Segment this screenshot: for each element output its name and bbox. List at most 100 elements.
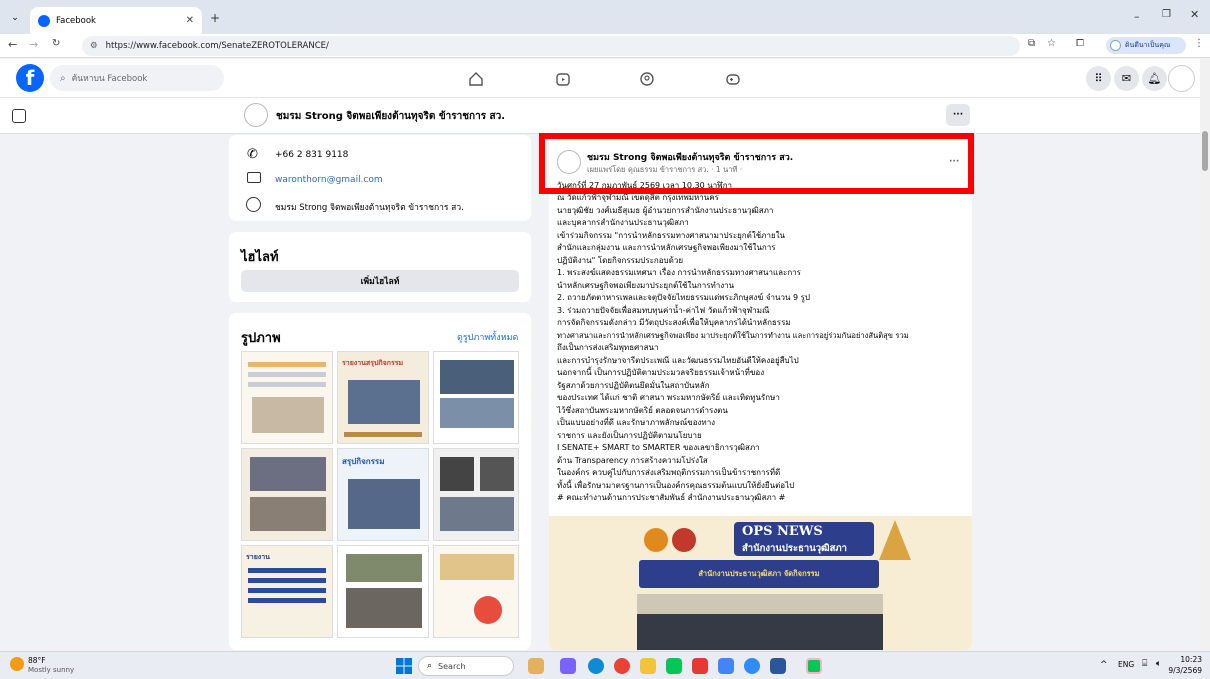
facebook-logo-icon[interactable]: f: [16, 64, 44, 92]
weather-icon[interactable]: [10, 657, 24, 671]
line-active-icon[interactable]: [806, 658, 822, 674]
post-text-line: ไว้ซึ่งสถาบันพระมหากษัตริย์ ตลอดจนการดำร…: [557, 406, 728, 415]
post-text-line: ทางศาสนาและการนำหลักเศรษฐกิจพอเพียง มาปร…: [557, 331, 909, 340]
store-icon[interactable]: [718, 658, 734, 674]
account-avatar[interactable]: [1168, 65, 1195, 92]
language-indicator[interactable]: ENG: [1118, 660, 1134, 669]
add-highlight-button[interactable]: เพิ่มไฮไลท์: [241, 270, 519, 292]
bookmark-star-icon[interactable]: ☆: [1047, 38, 1056, 49]
tab-close-icon[interactable]: ✕: [186, 15, 194, 26]
ops-news-subtitle: สำนักงานประธานวุฒิสภา: [742, 543, 848, 554]
reload-icon[interactable]: ↻: [52, 38, 60, 49]
window-close-icon[interactable]: ✕: [1190, 8, 1199, 21]
back-icon[interactable]: ←: [8, 38, 17, 51]
home-icon[interactable]: [466, 69, 486, 89]
post-text-line: ถึงเป็นการส่งเสริมพุทธศาสนา: [557, 343, 659, 352]
photo-tile[interactable]: [433, 351, 519, 444]
email-link[interactable]: waronthorn@gmail.com: [275, 175, 383, 185]
photo-tile[interactable]: [337, 545, 429, 638]
browser-menu-icon[interactable]: ⋮: [1194, 38, 1204, 49]
photo-tile[interactable]: รายงานสรุปกิจกรรม: [337, 351, 429, 444]
post-text-line: และบุคลากรสำนักงานประธานวุฒิสภา: [557, 218, 689, 227]
post-text-line: ทั้งนี้ เพื่อรักษามาตรฐานการเป็นองค์กรคุ…: [557, 481, 795, 490]
address-bar[interactable]: ⚙ https://www.facebook.com/SenateZEROTOL…: [82, 36, 1020, 56]
post-text-line: สำนักและกลุ่มงาน และการนำหลักเศรษฐกิจพอเ…: [557, 243, 776, 252]
page-avatar[interactable]: [244, 103, 268, 127]
clock-date[interactable]: 9/3/2569: [1162, 666, 1202, 675]
temple-icon: [879, 520, 911, 560]
weather-temp[interactable]: 88°F: [28, 656, 46, 665]
page-scrollbar[interactable]: [1200, 59, 1210, 650]
post-text-line: ปฏิบัติงาน" โดยกิจกรรมประกอบด้วย: [557, 256, 684, 265]
volume-icon[interactable]: 🔈︎: [1156, 659, 1161, 669]
minimize-icon[interactable]: –: [1134, 10, 1140, 23]
page-name[interactable]: ชมรม Strong จิตพอเพียงต้านทุจริต ข้าราชก…: [276, 109, 505, 124]
red-highlight-box: [539, 133, 974, 194]
forward-icon[interactable]: →: [29, 38, 38, 51]
facebook-search-input[interactable]: ⌕ ค้นหาบน Facebook: [50, 65, 224, 91]
post-image[interactable]: OPS NEWS สำนักงานประธานวุฒิสภา สำนักงานป…: [549, 516, 972, 650]
messenger-name[interactable]: ชมรม Strong จิตพอเพียงต้านทุจริต ข้าราชก…: [275, 200, 464, 214]
profile-label: ดินดีนาเป็นคุณ: [1125, 41, 1171, 49]
word-icon[interactable]: [770, 658, 786, 674]
sidebar-toggle-icon[interactable]: [12, 109, 26, 123]
post-text-line: และการบำรุงรักษาจารีตประเพณี และวัฒนธรรม…: [557, 356, 799, 365]
highlights-title: ไฮไลท์: [241, 250, 279, 265]
network-icon[interactable]: ⌸: [1142, 659, 1147, 669]
post-text-line: 3. ร่วมถวายปัจจัยเพื่อสมทบทุนค่าน้ำ-ค่าไ…: [557, 306, 770, 315]
photo-tile[interactable]: รายงาน: [241, 545, 333, 638]
photo-tile[interactable]: [241, 351, 333, 444]
group-photo: [637, 594, 883, 650]
photo-tile[interactable]: [241, 448, 333, 541]
see-all-photos-link[interactable]: ดูรูปภาพทั้งหมด: [457, 330, 518, 344]
tab-list-icon[interactable]: ⌄: [8, 11, 22, 25]
photo-tile[interactable]: [433, 448, 519, 541]
post-text-line: ของประเทศ ได้แก่ ชาติ ศาสนา พระมหากษัตริ…: [557, 393, 780, 402]
zoom-icon[interactable]: [744, 658, 760, 674]
menu-grid-icon[interactable]: ⠿: [1086, 66, 1111, 91]
new-tab-icon[interactable]: +: [208, 11, 222, 25]
widget-app-icon[interactable]: [528, 658, 544, 674]
banner-strip: สำนักงานประธานวุฒิสภา จัดกิจกรรม: [639, 560, 879, 588]
notifications-icon[interactable]: 🔔︎: [1142, 66, 1167, 91]
windows-start-icon[interactable]: [396, 658, 412, 674]
edge-icon[interactable]: [588, 658, 604, 674]
facebook-favicon-icon: [38, 14, 50, 27]
profile-button[interactable]: ดินดีนาเป็นคุณ: [1106, 37, 1186, 54]
file-explorer-icon[interactable]: [640, 658, 656, 674]
copilot-icon[interactable]: [560, 658, 576, 674]
highlights-card: ไฮไลท์ เพิ่มไฮไลท์: [229, 232, 531, 302]
page-more-button[interactable]: ···: [946, 104, 970, 126]
post-text-line: 2. ถวายภัตตาหารเพลและจตุปัจจัยไทยธรรมแด่…: [557, 293, 810, 302]
post-card: ชมรม Strong จิตพอเพียงต้านทุจริต ข้าราชก…: [549, 135, 972, 650]
phone-number[interactable]: +66 2 831 9118: [275, 150, 348, 160]
restore-icon[interactable]: ❐: [1162, 9, 1171, 20]
gaming-icon[interactable]: [723, 69, 743, 89]
install-app-icon[interactable]: ⧉: [1028, 38, 1035, 49]
acrobat-icon[interactable]: [692, 658, 708, 674]
photos-title: รูปภาพ: [241, 331, 281, 346]
page-sticky-header: ชมรม Strong จิตพอเพียงต้านทุจริต ข้าราชก…: [0, 98, 1200, 134]
tray-chevron-icon[interactable]: ^: [1100, 660, 1108, 670]
phone-icon: ✆: [247, 147, 258, 162]
photo-tile[interactable]: [433, 545, 519, 638]
messenger-small-icon: [246, 197, 261, 212]
line-app-icon[interactable]: [666, 658, 682, 674]
browser-tab[interactable]: Facebook ✕: [30, 7, 202, 34]
post-text-line: รัฐสภาด้วยการปฏิบัติตนยึดมั่นในสถาบันหลั…: [557, 381, 710, 390]
post-text-line: # คณะทำงานด้านการประชาสัมพันธ์ สำนักงานป…: [557, 493, 786, 502]
email-icon: [247, 172, 261, 183]
ops-news-banner: OPS NEWS สำนักงานประธานวุฒิสภา: [734, 522, 874, 556]
groups-icon[interactable]: [637, 69, 657, 89]
clock-time[interactable]: 10:23: [1176, 655, 1202, 664]
chrome-icon[interactable]: [614, 658, 630, 674]
extensions-icon[interactable]: ⧠: [1076, 38, 1084, 49]
taskbar-search[interactable]: ⌕ Search: [418, 656, 514, 676]
video-icon[interactable]: [553, 69, 573, 89]
scrollbar-thumb[interactable]: [1202, 131, 1208, 171]
messenger-icon[interactable]: ✉: [1114, 66, 1139, 91]
site-info-icon[interactable]: ⚙: [90, 41, 98, 51]
browser-toolbar: ← → ↻ ⚙ https://www.facebook.com/SenateZ…: [0, 34, 1210, 58]
photo-tile[interactable]: สรุปกิจกรรม: [337, 448, 429, 541]
post-text-line: นายวุฒิชัย วงศ์เมธีสุเมธ ผู้อำนวยการสำนั…: [557, 206, 774, 215]
